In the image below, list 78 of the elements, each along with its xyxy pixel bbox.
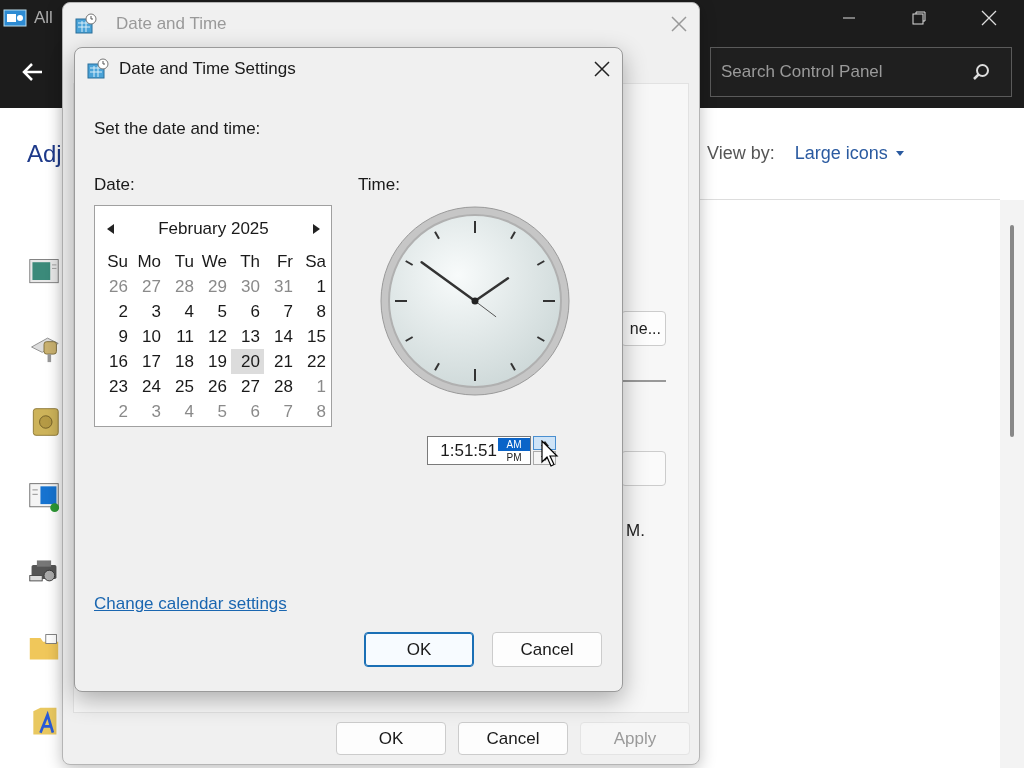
calendar-day[interactable]: 16 — [99, 349, 132, 374]
calendar-day[interactable]: 27 — [231, 374, 264, 399]
calendar-day[interactable]: 28 — [264, 374, 297, 399]
instruction-text: Set the date and time: — [94, 119, 262, 139]
calendar-day[interactable]: 13 — [231, 324, 264, 349]
month-title[interactable]: February 2025 — [122, 219, 305, 239]
calendar-day[interactable]: 26 — [99, 274, 132, 299]
previous-month-icon[interactable] — [107, 224, 114, 234]
next-month-icon[interactable] — [313, 224, 320, 234]
calendar-day[interactable]: 21 — [264, 349, 297, 374]
scrollbar-thumb[interactable] — [1010, 225, 1014, 437]
calendar-day[interactable]: 1 — [297, 274, 330, 299]
search-icon[interactable] — [972, 63, 990, 81]
calendar-day[interactable]: 6 — [231, 299, 264, 324]
page-heading: Adj — [27, 140, 62, 168]
view-by-dropdown[interactable]: Large icons — [794, 143, 904, 164]
view-by-label: View by: — [707, 143, 775, 164]
calendar-day[interactable]: 8 — [297, 299, 330, 324]
restore-icon[interactable] — [911, 10, 927, 26]
back-arrow-icon[interactable] — [22, 61, 44, 83]
scrollbar[interactable] — [1000, 200, 1024, 768]
calendar-day[interactable]: 30 — [231, 274, 264, 299]
calendar-day[interactable]: 20 — [231, 349, 264, 374]
calendar-day[interactable]: 8 — [297, 399, 330, 424]
calendar-day[interactable]: 28 — [165, 274, 198, 299]
weekday-label: Tu — [173, 251, 195, 273]
calendar-day[interactable]: 10 — [132, 324, 165, 349]
calendar-day[interactable]: 11 — [165, 324, 198, 349]
calendar-day[interactable]: 22 — [297, 349, 330, 374]
input-field[interactable] — [621, 451, 666, 486]
calendar-day[interactable]: 6 — [231, 399, 264, 424]
weekday-label: Mo — [136, 251, 162, 273]
calendar-day[interactable]: 2 — [99, 299, 132, 324]
calendar-settings-link[interactable]: Change calendar settings — [94, 594, 287, 614]
date-time-icon — [87, 58, 109, 80]
date-time-icon — [75, 13, 97, 35]
calendar-day[interactable]: 3 — [132, 399, 165, 424]
calendar-day[interactable]: 18 — [165, 349, 198, 374]
time-label: Time: — [358, 175, 401, 195]
search-field[interactable]: Search Control Panel — [710, 47, 1012, 97]
dialog-title: Date and Time Settings — [119, 59, 296, 79]
calendar-day[interactable]: 19 — [198, 349, 231, 374]
calendar-day[interactable]: 9 — [99, 324, 132, 349]
calendar-day[interactable]: 24 — [132, 374, 165, 399]
dialog-button[interactable]: Cancel — [492, 632, 602, 667]
change-button[interactable]: ne... — [621, 311, 666, 346]
calendar-day[interactable]: 7 — [264, 299, 297, 324]
caret-icon — [895, 151, 904, 156]
info-text: M. — [626, 521, 645, 541]
weekday-label: Fr — [275, 251, 294, 273]
calendar-day[interactable]: 4 — [165, 299, 198, 324]
dialog-button[interactable]: OK — [336, 722, 446, 755]
period-option[interactable]: AM — [498, 437, 530, 451]
calendar-day[interactable]: 23 — [99, 374, 132, 399]
window-title: Date and Time — [116, 14, 227, 34]
calendar-day[interactable]: 25 — [165, 374, 198, 399]
close-icon[interactable] — [594, 61, 610, 77]
calendar-day[interactable]: 2 — [99, 399, 132, 424]
calendar-day[interactable]: 3 — [132, 299, 165, 324]
weekday-label: We — [200, 251, 228, 273]
pointer-icon — [541, 440, 559, 468]
calendar-day[interactable]: 5 — [198, 299, 231, 324]
calendar-day[interactable]: 29 — [198, 274, 231, 299]
dialog-button[interactable]: Cancel — [458, 722, 568, 755]
calendar-day[interactable]: 17 — [132, 349, 165, 374]
calendar-day[interactable]: 26 — [198, 374, 231, 399]
weekday-label: Sa — [304, 251, 327, 273]
control-panel-icon — [3, 9, 27, 27]
period-option[interactable]: PM — [498, 450, 530, 464]
window-title: All — [34, 8, 53, 28]
calendar-day[interactable]: 14 — [264, 324, 297, 349]
weekday-label: Su — [106, 251, 129, 273]
date-label: Date: — [94, 175, 136, 195]
calendar-day[interactable]: 12 — [198, 324, 231, 349]
weekday-label: Th — [239, 251, 261, 273]
dialog-button[interactable]: OK — [364, 632, 474, 667]
time-value: 1:51:51 — [440, 440, 497, 461]
calendar-day[interactable]: 15 — [297, 324, 330, 349]
